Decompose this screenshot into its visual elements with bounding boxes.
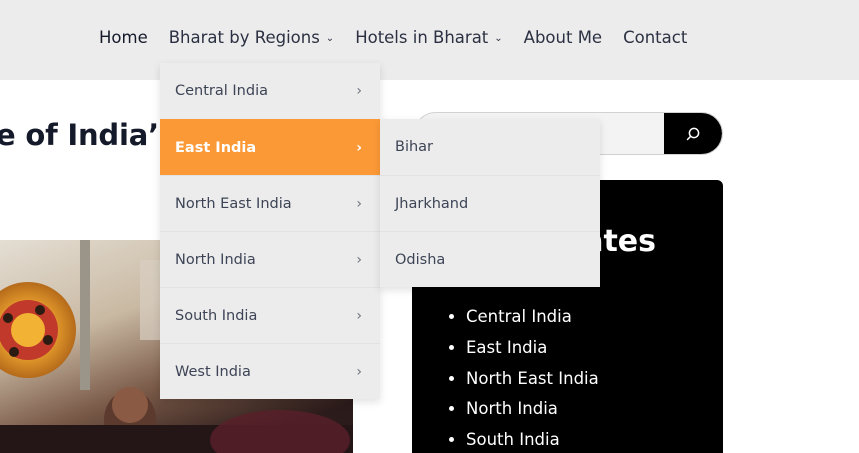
header-bar: Home Bharat by Regions ⌄ Hotels in Bhara…	[0, 0, 859, 80]
submenu-item-odisha[interactable]: Odisha	[380, 231, 600, 287]
search-icon	[686, 127, 700, 140]
submenu-item-label: Bihar	[395, 139, 434, 155]
nav-item-label: Contact	[623, 28, 688, 47]
search-button[interactable]	[664, 113, 722, 154]
nav-item-hotels-in-bharat[interactable]: Hotels in Bharat ⌄	[355, 28, 502, 47]
nav-item-bharat-by-regions[interactable]: Bharat by Regions ⌄	[169, 28, 334, 47]
submenu-item-bihar[interactable]: Bihar	[380, 119, 600, 175]
dropdown-item-label: East India	[175, 139, 257, 156]
chevron-down-icon: ⌄	[494, 33, 503, 44]
dropdown-item-label: North East India	[175, 195, 292, 212]
chevron-down-icon: ⌄	[325, 33, 335, 44]
dropdown-item-label: North India	[175, 251, 256, 268]
chevron-right-icon: ›	[356, 251, 362, 268]
dropdown-item-north-east-india[interactable]: North East India ›	[160, 175, 380, 231]
nav-item-label: Home	[99, 28, 148, 47]
chevron-right-icon: ›	[356, 195, 362, 212]
page-title: e of India’s	[0, 118, 176, 152]
dropdown-item-east-india[interactable]: East India ›	[160, 119, 380, 175]
dropdown-item-central-india[interactable]: Central India ›	[160, 63, 380, 119]
nav-item-contact[interactable]: Contact	[623, 28, 687, 47]
submenu-item-jharkhand[interactable]: Jharkhand	[380, 175, 600, 231]
states-list-item[interactable]: North India	[466, 394, 599, 425]
nav-item-label: About Me	[523, 28, 603, 47]
dropdown-item-south-india[interactable]: South India ›	[160, 287, 380, 343]
states-list-item[interactable]: North East India	[466, 364, 599, 395]
dropdown-item-west-india[interactable]: West India ›	[160, 343, 380, 399]
nav-item-about-me[interactable]: About Me	[524, 28, 602, 47]
dropdown-item-label: South India	[175, 307, 258, 324]
dropdown-item-label: West India	[175, 363, 251, 380]
nav-item-label: Bharat by Regions	[168, 28, 320, 47]
main-nav: Home Bharat by Regions ⌄ Hotels in Bhara…	[99, 28, 687, 47]
submenu-item-label: Odisha	[395, 251, 446, 268]
states-list-item[interactable]: South India	[466, 425, 599, 453]
east-india-submenu: Bihar Jharkhand Odisha	[380, 119, 600, 287]
chevron-right-icon: ›	[356, 83, 362, 99]
states-list-item[interactable]: East India	[466, 333, 599, 364]
chevron-right-icon: ›	[356, 307, 362, 324]
nav-item-home[interactable]: Home	[99, 28, 148, 47]
states-list: Central India East India North East Indi…	[466, 302, 599, 453]
submenu-item-label: Jharkhand	[395, 195, 469, 212]
chevron-right-icon: ›	[356, 363, 362, 380]
dropdown-item-north-india[interactable]: North India ›	[160, 231, 380, 287]
nav-item-label: Hotels in Bharat	[355, 28, 489, 47]
regions-dropdown-menu: Central India › East India › North East …	[160, 63, 380, 399]
chevron-right-icon: ›	[356, 139, 362, 156]
dropdown-item-label: Central India	[175, 83, 268, 99]
states-list-item[interactable]: Central India	[466, 302, 599, 333]
